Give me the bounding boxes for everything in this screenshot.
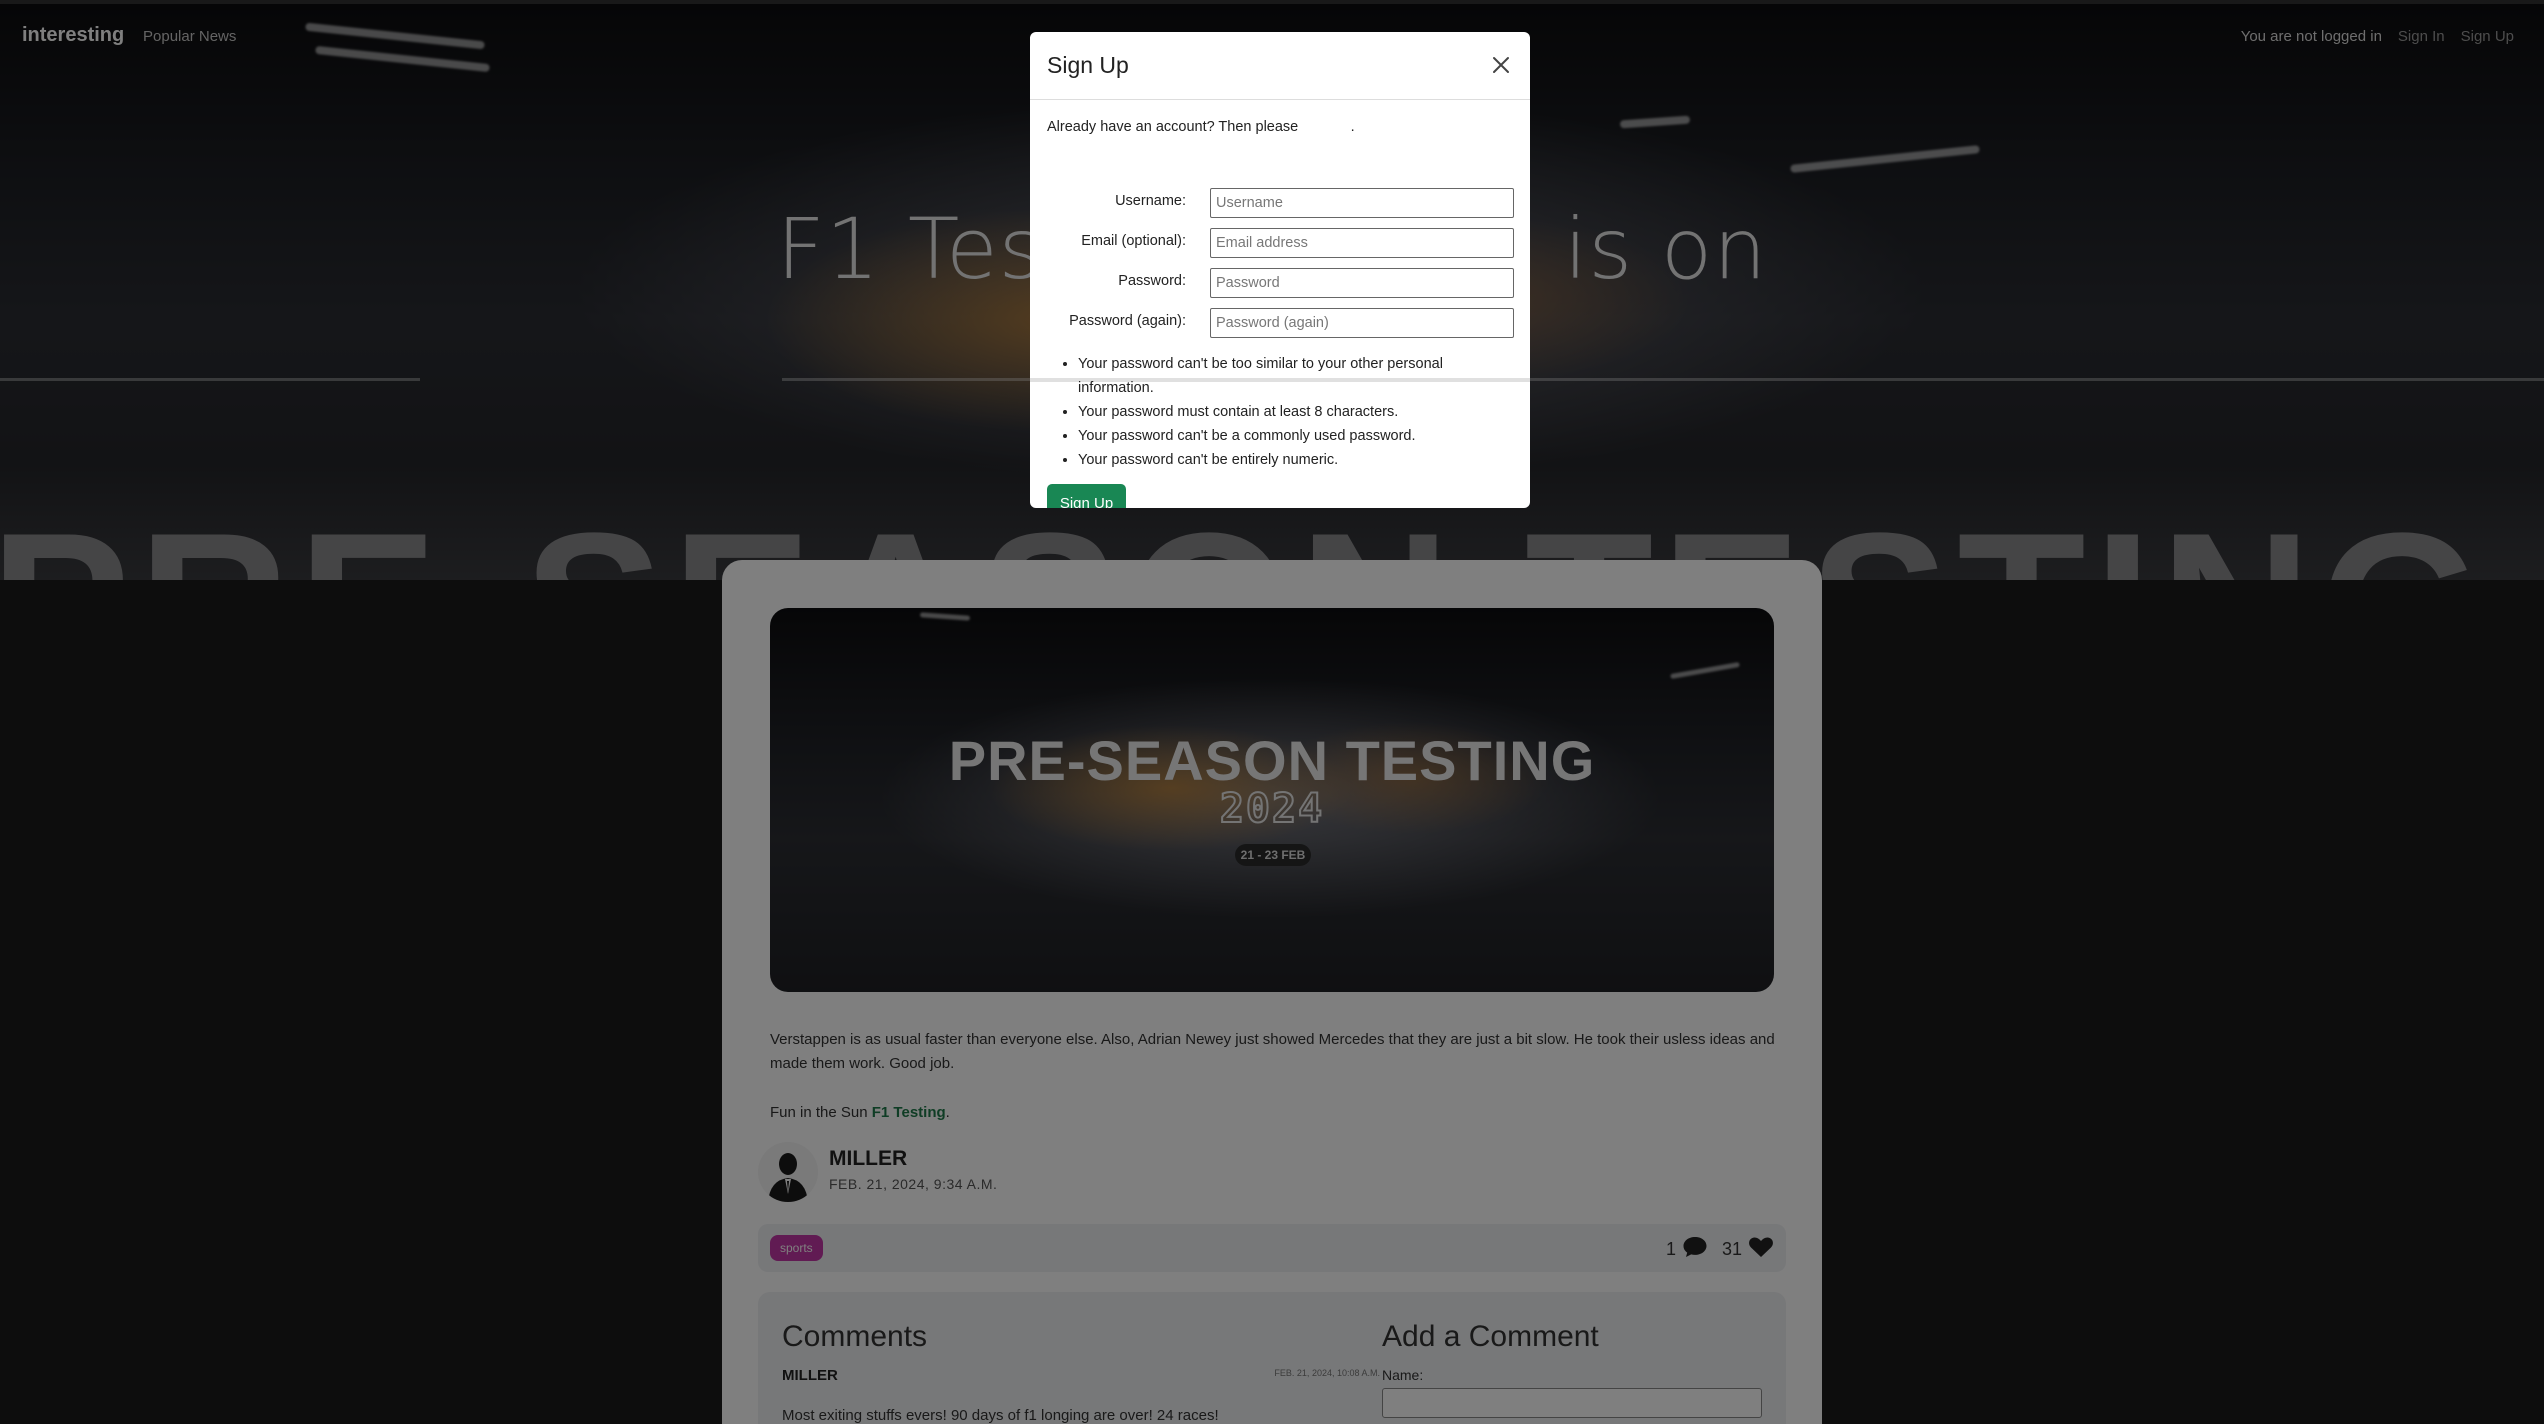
password-rule: Your password can't be too similar to yo… — [1078, 352, 1508, 400]
password-row: Password: — [1030, 268, 1530, 300]
email-label: Email (optional): — [1081, 233, 1186, 249]
password-again-label: Password (again): — [1069, 313, 1186, 329]
background-track-line — [1030, 378, 1530, 382]
email-row: Email (optional): — [1030, 228, 1530, 260]
username-input[interactable] — [1210, 188, 1514, 218]
password-rule: Your password must contain at least 8 ch… — [1078, 400, 1508, 424]
close-icon — [1493, 57, 1509, 73]
password-rule: Your password can't be a commonly used p… — [1078, 424, 1508, 448]
modal-sign-in-link[interactable]: Sign In — [1302, 119, 1350, 135]
modal-intro: Already have an account? Then please Sig… — [1047, 119, 1355, 135]
password-again-row: Password (again): — [1030, 308, 1530, 340]
password-again-input[interactable] — [1210, 308, 1514, 338]
password-label: Password: — [1118, 273, 1186, 289]
signup-submit-button[interactable]: Sign Up — [1047, 484, 1126, 508]
password-rules: Your password can't be too similar to yo… — [1078, 352, 1508, 472]
username-label: Username: — [1115, 193, 1186, 209]
close-button[interactable] — [1486, 50, 1516, 80]
intro-period: . — [1350, 119, 1355, 135]
intro-text: Already have an account? Then please — [1047, 119, 1299, 135]
password-input[interactable] — [1210, 268, 1514, 298]
modal-title: Sign Up — [1047, 52, 1129, 78]
signup-modal: Sign Up Already have an account? Then pl… — [1030, 32, 1530, 508]
username-row: Username: — [1030, 188, 1530, 220]
password-rule: Your password can't be entirely numeric. — [1078, 448, 1508, 472]
email-input[interactable] — [1210, 228, 1514, 258]
modal-header: Sign Up — [1030, 32, 1530, 100]
